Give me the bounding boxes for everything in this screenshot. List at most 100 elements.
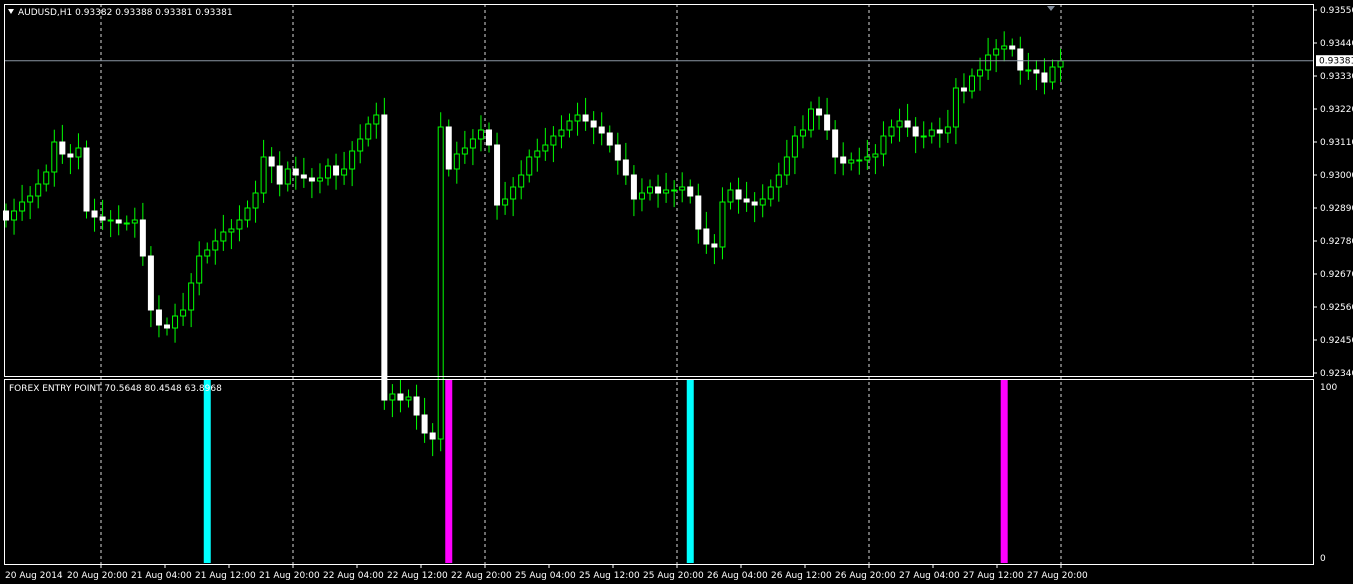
candle-body [832, 129, 839, 158]
time-tick-label: 22 Aug 12:00 [387, 571, 448, 581]
price-tick-label: 0.93330 [1320, 72, 1353, 82]
time-axis[interactable]: 20 Aug 2014 20 Aug 20:00 21 Aug 04:00 21 Au… [5, 564, 1088, 581]
candle-body [115, 219, 122, 224]
candle-body [598, 126, 605, 134]
candle-body [365, 123, 372, 140]
candle-body [630, 174, 637, 200]
candle-body [139, 219, 146, 257]
dropdown-arrow-icon[interactable] [8, 9, 14, 14]
candle-body [212, 240, 219, 251]
candle-body [703, 228, 710, 245]
price-tick-label: 0.92450 [1320, 336, 1353, 346]
candle-body [59, 141, 66, 155]
indicator-label: FOREX ENTRY POINT 70.5648 80.4548 63.896… [9, 384, 222, 394]
time-tick-label: 27 Aug 12:00 [963, 571, 1024, 581]
candle-body [172, 315, 179, 329]
candle-body [719, 201, 726, 248]
symbol-header: AUDUSD,H1 0.93382 0.93388 0.93381 0.9338… [8, 8, 233, 18]
candle-body [518, 174, 525, 188]
candle-body [155, 309, 162, 326]
signal-bar-up [686, 380, 694, 563]
price-tick-label: 0.92670 [1320, 270, 1353, 280]
time-tick-label: 21 Aug 20:00 [259, 571, 320, 581]
candle-body [743, 198, 750, 203]
candle-body [534, 150, 541, 158]
candle-body [204, 249, 211, 257]
indicator-scale-min: 0 [1320, 554, 1326, 564]
candle-body [872, 153, 879, 158]
candle-body [381, 114, 388, 401]
candle-body [1041, 72, 1048, 83]
candle-body [912, 126, 919, 137]
price-tick-label: 0.92340 [1320, 369, 1353, 379]
price-tick-label: 0.93000 [1320, 171, 1353, 181]
candle-body [1057, 60, 1064, 68]
candle-body [647, 186, 653, 194]
candle-body [35, 183, 42, 197]
candle-body [244, 207, 251, 221]
candle-body [1017, 48, 1024, 71]
candle-body [11, 210, 18, 221]
time-tick-label: 20 Aug 20:00 [67, 571, 128, 581]
time-tick-label: 26 Aug 12:00 [771, 571, 832, 581]
candle-body [638, 192, 645, 200]
candle-body [43, 171, 50, 185]
candle-body [228, 228, 235, 233]
candle-body [606, 132, 613, 146]
candle-body [960, 87, 967, 92]
candle-body [799, 129, 806, 137]
price-tick-label: 0.92780 [1320, 237, 1353, 247]
candle-body [614, 144, 621, 161]
candle-body [759, 198, 766, 206]
time-tick-label: 21 Aug 04:00 [131, 571, 192, 581]
candle-body [816, 108, 823, 116]
candle-body [260, 156, 267, 194]
candle-body [164, 324, 170, 329]
price-tick-label: 0.92890 [1320, 204, 1353, 214]
candle-body [421, 414, 428, 434]
candle-body [268, 156, 275, 167]
candle-body [711, 243, 718, 248]
candle-body [469, 138, 476, 149]
candle-body [775, 174, 782, 188]
time-tick-label: 20 Aug 2014 [5, 571, 63, 581]
candle-body [147, 255, 154, 311]
candle-body [526, 156, 533, 176]
candle-body [461, 147, 468, 155]
candle-body [413, 396, 420, 416]
candle-body [679, 186, 686, 191]
candle-body [888, 126, 895, 137]
candle-body [542, 144, 549, 152]
price-tick-label: 0.93550 [1320, 6, 1353, 16]
candle-body [437, 126, 444, 440]
candle-body [952, 87, 959, 128]
price-tick-label: 0.93440 [1320, 39, 1353, 49]
candle-body [300, 174, 307, 179]
candle-body [767, 186, 774, 200]
candle-body [993, 48, 1000, 56]
candle-body [856, 159, 863, 162]
shift-marker-icon[interactable] [1047, 6, 1055, 11]
price-tick-label: 0.92560 [1320, 303, 1353, 313]
candle-body [783, 156, 790, 176]
signal-bar-down [1000, 380, 1008, 563]
candle-body [985, 54, 992, 71]
candle-body [357, 138, 364, 152]
price-chart[interactable]: AUDUSD,H1 0.93382 0.93388 0.93381 0.9338… [0, 0, 1353, 584]
time-tick-label: 25 Aug 04:00 [515, 571, 576, 581]
candle-body [840, 156, 847, 164]
candle-body [735, 189, 742, 200]
price-tick-label: 0.93110 [1320, 138, 1353, 148]
candle-body [671, 189, 678, 192]
candle-body [83, 147, 90, 212]
time-tick-label: 27 Aug 04:00 [899, 571, 960, 581]
candle-body [791, 135, 798, 158]
chart-frames [4, 4, 1314, 565]
candle-body [687, 186, 694, 197]
candle-body [75, 147, 82, 158]
candle-body [252, 192, 259, 209]
current-price-tag: 0.93381 [1316, 55, 1353, 67]
candle-body [325, 165, 331, 179]
candle-body [1025, 69, 1032, 72]
signal-bars [203, 380, 1008, 563]
